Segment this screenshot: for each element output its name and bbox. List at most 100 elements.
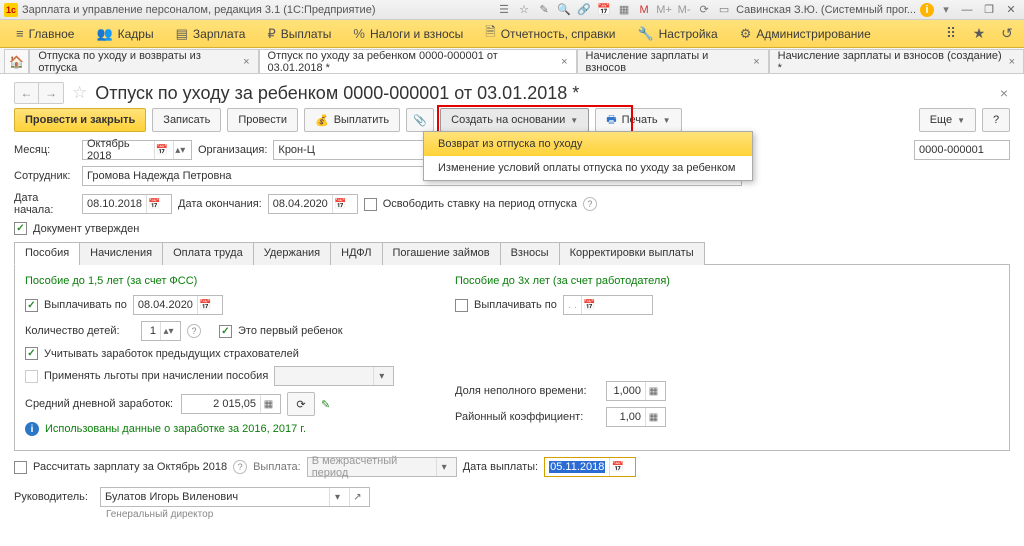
region-field[interactable]: 1,00▦ (606, 407, 666, 427)
calendar-icon[interactable]: 📅 (154, 141, 168, 159)
itab-posobiya[interactable]: Пособия (14, 242, 80, 265)
toolbar-icon[interactable]: ☰ (496, 2, 512, 18)
part-time-field[interactable]: 1,000▦ (606, 381, 666, 401)
close-icon[interactable]: × (1009, 56, 1015, 68)
toolbar-icon[interactable]: M+ (656, 2, 672, 18)
menu-reports[interactable]: 🗎Отчетность, справки (475, 22, 625, 46)
toolbar-icon[interactable]: M- (676, 2, 692, 18)
chevron-down-icon[interactable]: ▾ (436, 458, 452, 476)
itab-ndfl[interactable]: НДФЛ (330, 242, 382, 265)
itab-contrib[interactable]: Взносы (500, 242, 560, 265)
pay-until-3-checkbox[interactable] (455, 299, 468, 312)
tab[interactable]: Начисление зарплаты и взносов× (577, 49, 769, 73)
menu-kadry[interactable]: 👥Кадры (86, 22, 163, 46)
pay-until-checkbox[interactable]: ✓ (25, 299, 38, 312)
menu-settings[interactable]: 🔧Настройка (627, 22, 727, 46)
help-button[interactable]: ? (982, 108, 1010, 132)
favorite-star-icon[interactable]: ☆ (72, 83, 87, 103)
help-icon[interactable]: ? (583, 197, 597, 211)
toolbar-icon[interactable]: M (636, 2, 652, 18)
open-icon[interactable]: ↗ (349, 488, 365, 506)
calc-salary-checkbox[interactable] (14, 461, 27, 474)
info-icon[interactable]: i (920, 3, 934, 17)
close-page[interactable]: × (1000, 85, 1012, 101)
toolbar-icon[interactable]: ⟳ (696, 2, 712, 18)
pay-until-3-field[interactable]: . .📅 (563, 295, 653, 315)
month-field[interactable]: Октябрь 2018📅▴▾ (82, 140, 192, 160)
stepper-icon[interactable]: ▴▾ (173, 141, 187, 159)
itab-corr[interactable]: Корректировки выплаты (559, 242, 705, 265)
close-icon[interactable]: × (753, 56, 759, 68)
free-rate-checkbox[interactable] (364, 198, 377, 211)
menu-admin[interactable]: ⚙Администрирование (730, 22, 881, 46)
calc-icon[interactable]: ▦ (260, 395, 276, 413)
dropdown-item-change[interactable]: Изменение условий оплаты отпуска по уход… (424, 156, 752, 180)
itab-accruals[interactable]: Начисления (79, 242, 163, 265)
tab-active[interactable]: Отпуск по уходу за ребенком 0000-000001 … (259, 49, 577, 73)
used-data-link[interactable]: Использованы данные о заработке за 2016,… (45, 423, 306, 435)
itab-deduct[interactable]: Удержания (253, 242, 331, 265)
children-field[interactable]: 1▴▾ (141, 321, 181, 341)
toolbar-icon[interactable]: 🔗 (576, 2, 592, 18)
menu-tax[interactable]: %Налоги и взносы (343, 22, 473, 46)
help-icon[interactable]: ? (233, 460, 247, 474)
window-close[interactable]: ✕ (1002, 3, 1020, 17)
post-and-close-button[interactable]: Провести и закрыть (14, 108, 146, 132)
nav-back[interactable]: ← (15, 83, 39, 103)
home-tab[interactable]: 🏠 (4, 49, 29, 73)
attach-button[interactable]: 📎 (406, 108, 434, 132)
avg-field[interactable]: 2 015,05▦ (181, 394, 281, 414)
calendar-icon[interactable]: 📅 (581, 296, 597, 314)
tab[interactable]: Отпуска по уходу и возвраты из отпуска× (29, 49, 258, 73)
calc-icon[interactable]: ▦ (645, 382, 661, 400)
itab-pay[interactable]: Оплата труда (162, 242, 254, 265)
refresh-button[interactable]: ⟳ (287, 392, 315, 416)
itab-loans[interactable]: Погашение займов (382, 242, 501, 265)
approved-checkbox[interactable]: ✓ (14, 222, 27, 235)
create-on-basis-button[interactable]: Создать на основании▼ (440, 108, 589, 132)
toolbar-icon[interactable]: ▭ (716, 2, 732, 18)
calendar-icon[interactable]: 📅 (332, 195, 348, 213)
window-restore[interactable]: ❐ (980, 3, 998, 17)
print-button[interactable]: 🖶Печать▼ (595, 108, 681, 132)
dropdown-icon[interactable]: ▾ (938, 2, 954, 18)
pencil-icon[interactable]: ✎ (321, 398, 330, 411)
docnum-field[interactable]: 0000-000001 (914, 140, 1010, 160)
close-icon[interactable]: × (243, 56, 249, 68)
help-icon[interactable]: ? (187, 324, 201, 338)
toolbar-icon[interactable]: ☆ (516, 2, 532, 18)
dropdown-item-return[interactable]: Возврат из отпуска по уходу (424, 132, 752, 156)
toolbar-icon[interactable]: ✎ (536, 2, 552, 18)
nav-forward[interactable]: → (39, 83, 63, 103)
calendar-icon[interactable]: 📅 (146, 195, 162, 213)
payment-mode-field[interactable]: В межрасчетный период▾ (307, 457, 457, 477)
window-minimize[interactable]: — (958, 3, 976, 17)
menu-salary[interactable]: ▤Зарплата (166, 22, 256, 46)
calc-icon[interactable]: ▦ (645, 408, 661, 426)
apps-icon[interactable]: ⠿ (940, 23, 962, 45)
history-icon[interactable]: ↺ (996, 23, 1018, 45)
toolbar-icon[interactable]: ▦ (616, 2, 632, 18)
first-child-checkbox[interactable]: ✓ (219, 325, 232, 338)
end-date-field[interactable]: 08.04.2020📅 (268, 194, 358, 214)
more-button[interactable]: Еще▼ (919, 108, 976, 132)
start-date-field[interactable]: 08.10.2018📅 (82, 194, 172, 214)
menu-main[interactable]: ≡Главное (6, 22, 84, 46)
chevron-down-icon[interactable]: ▾ (329, 488, 345, 506)
pay-until-field[interactable]: 08.04.2020📅 (133, 295, 223, 315)
head-field[interactable]: Булатов Игорь Виленович▾↗ (100, 487, 370, 507)
apply-ben-checkbox[interactable] (25, 370, 38, 383)
toolbar-icon[interactable]: 🔍 (556, 2, 572, 18)
close-icon[interactable]: × (561, 56, 567, 68)
menu-payments[interactable]: ₽Выплаты (257, 22, 341, 46)
star-icon[interactable]: ★ (968, 23, 990, 45)
stepper-icon[interactable]: ▴▾ (160, 322, 176, 340)
calendar-icon[interactable]: 📅 (197, 296, 213, 314)
calendar-icon[interactable]: 📅 (609, 458, 625, 476)
tab[interactable]: Начисление зарплаты и взносов (создание)… (769, 49, 1024, 73)
toolbar-icon[interactable]: 📅 (596, 2, 612, 18)
write-button[interactable]: Записать (152, 108, 221, 132)
pay-button[interactable]: 💰Выплатить (304, 108, 400, 132)
post-button[interactable]: Провести (227, 108, 298, 132)
prev-ins-checkbox[interactable]: ✓ (25, 347, 38, 360)
